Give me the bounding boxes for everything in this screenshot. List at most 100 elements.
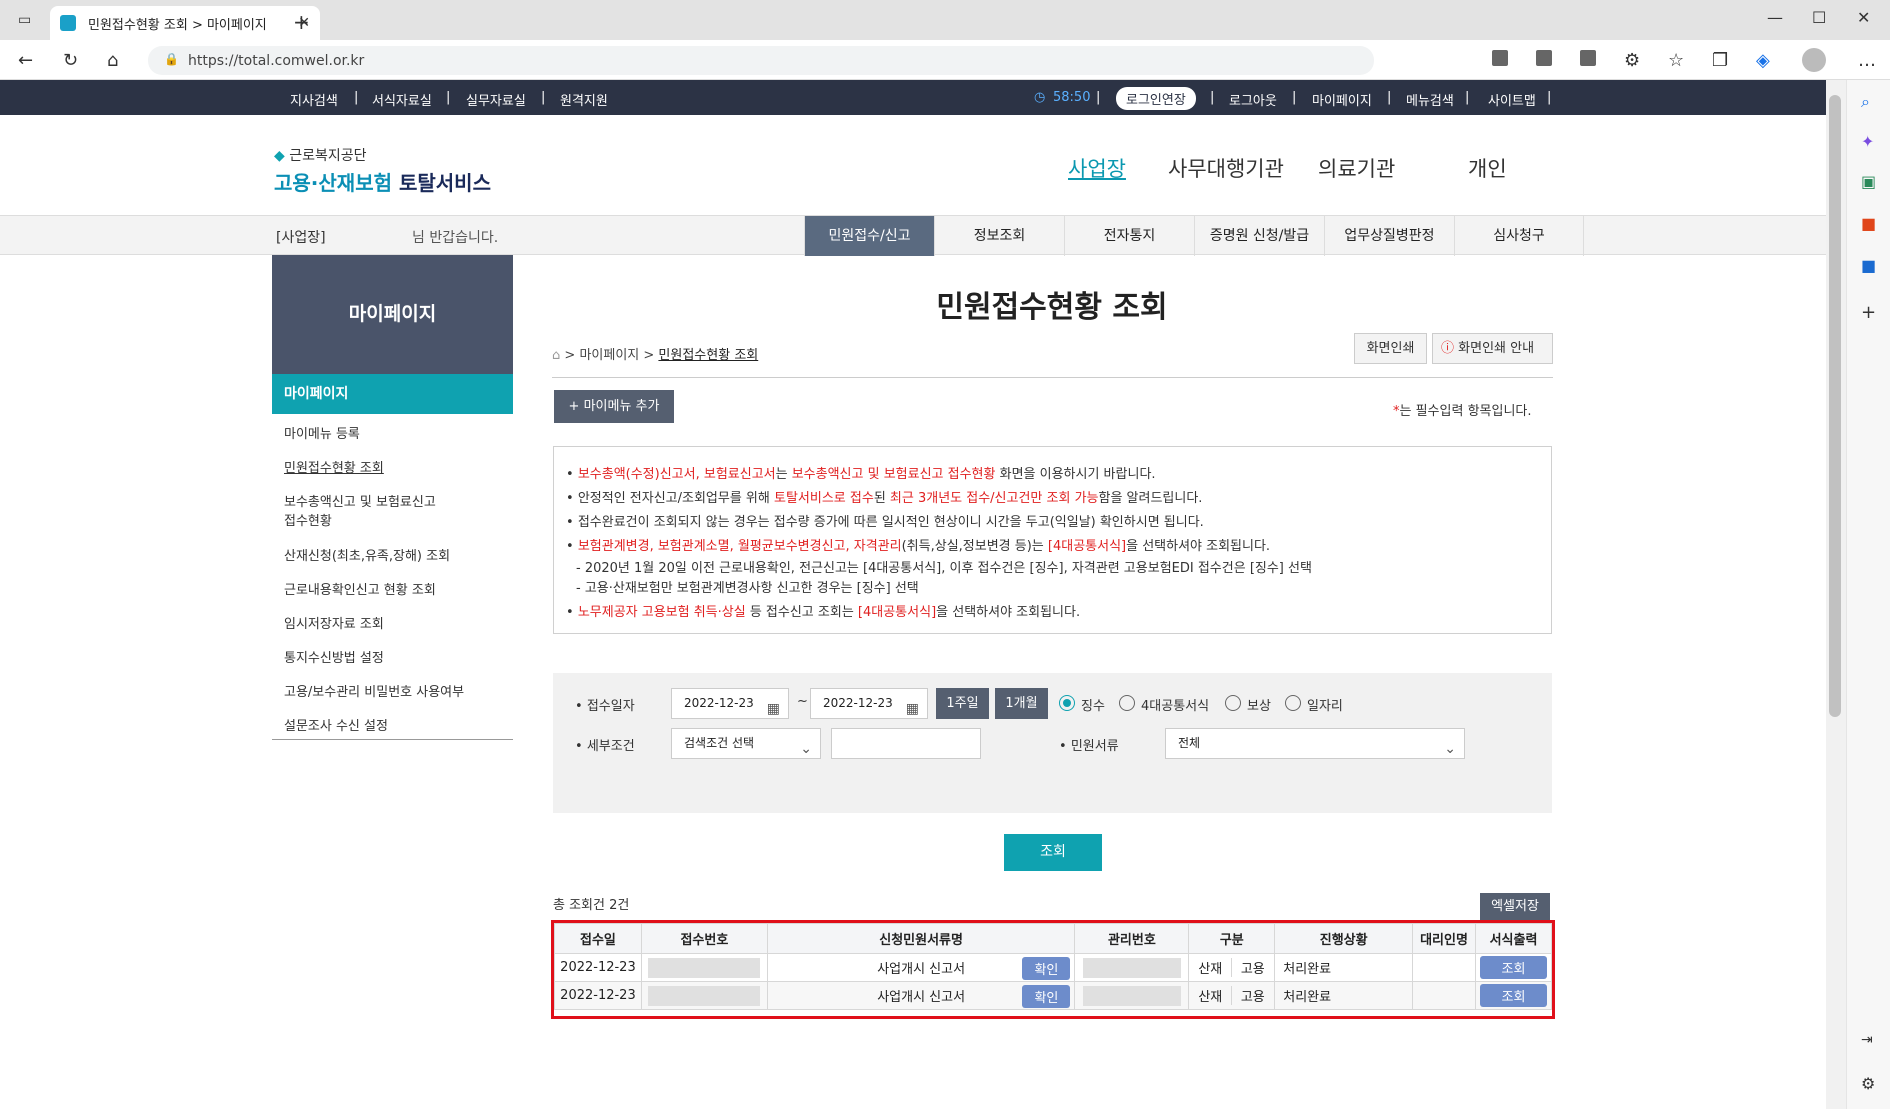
calendar-icon[interactable]: ▦ [906, 695, 919, 724]
home-icon[interactable]: ⌂ [552, 348, 560, 363]
one-month-button[interactable]: 1개월 [995, 688, 1048, 719]
gnb-civil-filing[interactable]: 민원접수/신고 [804, 216, 934, 256]
cell-kind: 산재 고용 [1188, 981, 1276, 1010]
scrollbar-thumb[interactable] [1829, 95, 1841, 717]
radio-jobs[interactable] [1285, 695, 1301, 711]
date-to-input[interactable]: 2022-12-23 ▦ [810, 688, 928, 719]
lock-icon: 🔒 [164, 52, 179, 66]
outlook-icon[interactable]: ■ [1861, 256, 1876, 275]
gnb-disease-judgment[interactable]: 업무상질병판정 [1324, 216, 1454, 256]
url-text: https://total.comwel.or.kr [188, 52, 365, 69]
nav-individual[interactable]: 개인 [1468, 153, 1507, 183]
logo-title: 고용·산재보험 [274, 171, 392, 195]
lnb-item-survey[interactable]: 설문조사 수신 설정 [284, 715, 388, 734]
extension-icon-3[interactable] [1580, 50, 1596, 66]
nav-medical[interactable]: 의료기관 [1318, 153, 1395, 183]
nav-workplace[interactable]: 사업장 [1068, 153, 1126, 183]
extension-icon-2[interactable] [1536, 50, 1552, 66]
lnb-item-notify-setting[interactable]: 통지수신방법 설정 [284, 647, 384, 666]
hide-sidebar-icon[interactable]: ⇥ [1861, 1032, 1873, 1048]
notice-7a: 노무제공자 고용보험 취득·상실 [577, 605, 746, 620]
calendar-icon[interactable]: ▦ [767, 695, 780, 724]
print-guide-button[interactable]: ⓘ 화면인쇄 안내 [1432, 333, 1553, 364]
date-label-text: 접수일자 [586, 699, 635, 714]
radio-four-common[interactable] [1119, 695, 1135, 711]
link-remote-support[interactable]: 원격지원 [560, 90, 608, 109]
extensions-icon[interactable]: ⚙ [1624, 50, 1640, 71]
lnb-item-password[interactable]: 고용/보수관리 비밀번호 사용여부 [284, 681, 464, 700]
lnb-item-accident[interactable]: 산재신청(최초,유족,장해) 조회 [284, 545, 450, 564]
profile-avatar[interactable] [1802, 48, 1826, 72]
extend-login-button[interactable]: 로그인연장 [1116, 87, 1196, 110]
url-field[interactable]: 🔒 https://total.comwel.or.kr [148, 46, 1374, 75]
link-practice-library[interactable]: 실무자료실 [466, 90, 526, 109]
search-submit-button[interactable]: 조회 [1004, 834, 1102, 871]
print-guide-label: 화면인쇄 안내 [1458, 341, 1535, 356]
link-mypage[interactable]: 마이페이지 [1312, 90, 1372, 109]
more-menu-icon[interactable]: … [1858, 50, 1876, 71]
col-agent: 대리인명 [1412, 923, 1476, 954]
favorites-icon[interactable]: ☆ [1668, 50, 1684, 71]
form-print-button[interactable]: 조회 [1479, 956, 1548, 979]
radio-jobs-label: 일자리 [1307, 699, 1343, 714]
condition-text-input[interactable] [831, 728, 981, 759]
lnb-selected[interactable]: 마이페이지 [272, 374, 513, 414]
doc-type-select[interactable]: 전체 ⌄ [1165, 728, 1465, 759]
one-week-button[interactable]: 1주일 [936, 688, 989, 719]
add-mymenu-button[interactable]: + 마이메뉴 추가 [554, 390, 674, 423]
condition-select[interactable]: 검색조건 선택 ⌄ [671, 728, 821, 759]
link-logout[interactable]: 로그아웃 [1229, 90, 1277, 109]
lnb-item-mymenu[interactable]: 마이메뉴 등록 [284, 423, 360, 442]
link-menu-search[interactable]: 메뉴검색 [1406, 90, 1454, 109]
excel-save-button[interactable]: 엑셀저장 [1480, 893, 1550, 921]
lnb-item-labor[interactable]: 근로내용확인신고 현황 조회 [284, 579, 436, 598]
lnb-item-premium-report-2[interactable]: 접수현황 [284, 510, 332, 529]
form-print-button[interactable]: 조회 [1479, 984, 1548, 1007]
cell-status: 처리완료 [1274, 953, 1414, 982]
link-branch-search[interactable]: 지사검색 [290, 90, 338, 109]
lnb-item-civil-status[interactable]: 민원접수현황 조회 [284, 457, 384, 476]
browser-tab[interactable]: 민원접수현황 조회 > 마이페이지 ✕ [50, 6, 320, 40]
date-to-value: 2022-12-23 [823, 696, 893, 710]
gnb-e-notice[interactable]: 전자통지 [1064, 216, 1194, 256]
date-separator: ~ [797, 694, 808, 709]
lnb-item-temp-save[interactable]: 임시저장자료 조회 [284, 613, 384, 632]
briefcase-icon[interactable]: ▣ [1861, 172, 1876, 191]
gnb-info-inquiry[interactable]: 정보조회 [934, 216, 1064, 256]
maximize-icon[interactable]: ☐ [1812, 8, 1826, 27]
sidebar-settings-icon[interactable]: ⚙ [1861, 1074, 1875, 1093]
breadcrumb: ⌂ > 마이페이지 > 민원접수현황 조회 [552, 348, 759, 363]
lnb-item-premium-report[interactable]: 보수총액신고 및 보험료신고 [284, 491, 436, 510]
greeting-prefix: [사업장] [276, 230, 326, 246]
col-kind: 구분 [1188, 923, 1276, 954]
home-icon[interactable]: ⌂ [107, 50, 118, 71]
tab-actions-icon[interactable]: ▭ [18, 12, 31, 28]
close-window-icon[interactable]: ✕ [1857, 8, 1870, 27]
link-sitemap[interactable]: 사이트맵 [1488, 90, 1536, 109]
office-icon[interactable]: ■ [1861, 214, 1876, 233]
print-button[interactable]: 화면인쇄 [1354, 333, 1427, 364]
minimize-icon[interactable]: — [1767, 8, 1783, 27]
confirm-button[interactable]: 확인 [1022, 985, 1071, 1008]
back-icon[interactable]: ← [18, 50, 33, 71]
link-form-library[interactable]: 서식자료실 [372, 90, 432, 109]
add-sidebar-icon[interactable]: + [1861, 302, 1876, 323]
breadcrumb-current[interactable]: 민원접수현황 조회 [658, 348, 758, 363]
confirm-button[interactable]: 확인 [1022, 957, 1071, 980]
sparkle-icon[interactable]: ✦ [1861, 132, 1874, 151]
new-tab-icon[interactable]: + [293, 10, 310, 34]
radio-compensation[interactable] [1225, 695, 1241, 711]
gnb-review-claim[interactable]: 심사청구 [1454, 216, 1584, 256]
cell-kind-2: 고용 [1240, 990, 1265, 1005]
date-from-input[interactable]: 2022-12-23 ▦ [671, 688, 789, 719]
nav-agency[interactable]: 사무대행기관 [1168, 153, 1284, 183]
search-icon[interactable]: ⌕ [1861, 92, 1870, 112]
collections-icon[interactable]: ❐ [1712, 50, 1728, 71]
site-logo[interactable]: ◆ 근로복지공단 고용·산재보험 토탈서비스 [274, 145, 491, 196]
breadcrumb-mypage[interactable]: 마이페이지 [579, 348, 639, 363]
extension-icon-1[interactable] [1492, 50, 1508, 66]
refresh-icon[interactable]: ↻ [63, 50, 78, 71]
radio-collection[interactable] [1059, 695, 1075, 711]
copilot-icon[interactable]: ◈ [1756, 50, 1770, 71]
gnb-certificate[interactable]: 증명원 신청/발급 [1194, 216, 1324, 256]
